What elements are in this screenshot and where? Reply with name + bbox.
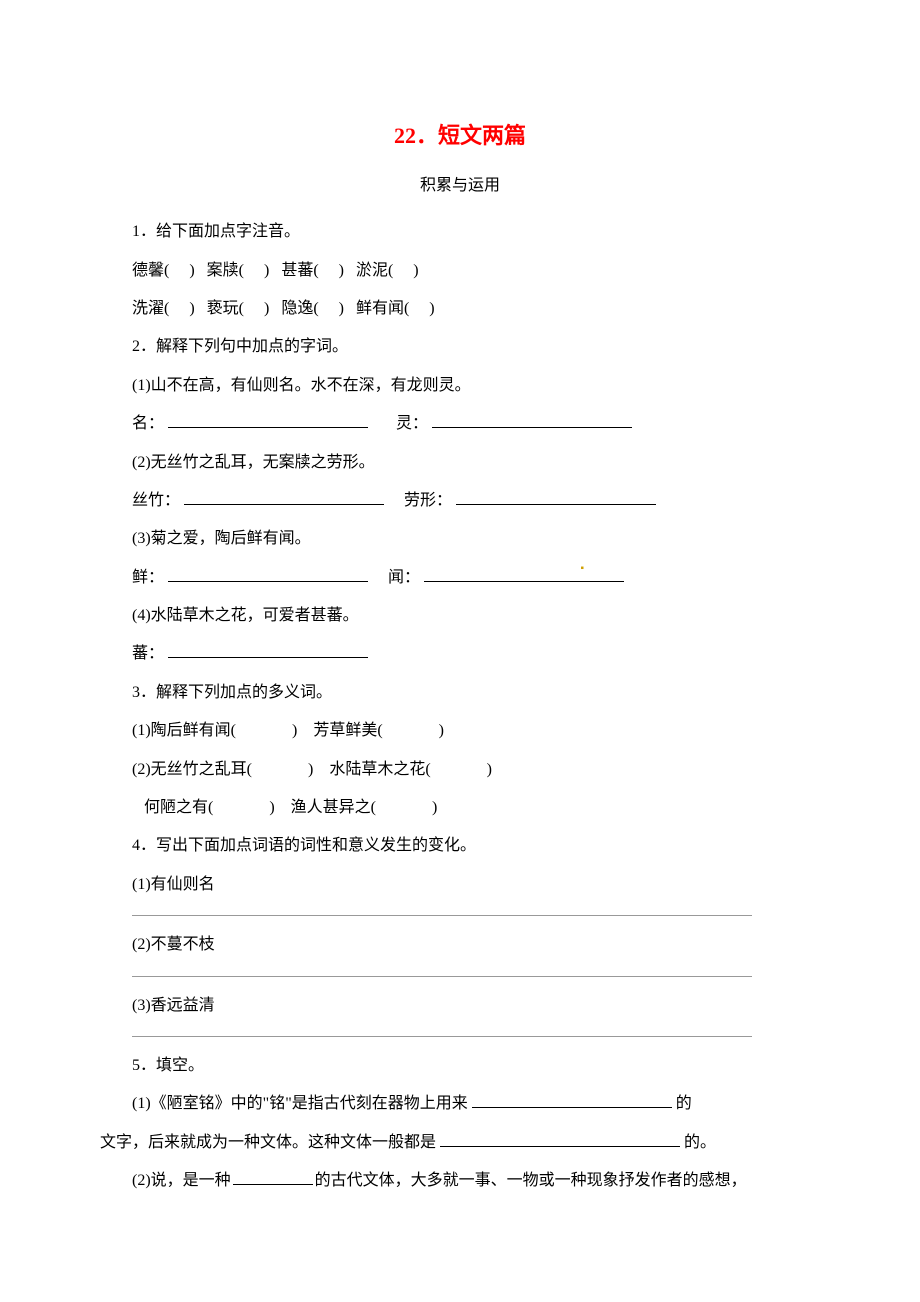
blank[interactable] — [432, 410, 632, 429]
q2-item4-answers: 蕃： — [100, 635, 820, 673]
document-title: 22．短文两篇 — [100, 110, 820, 163]
q2-label-fan: 蕃： — [132, 645, 164, 662]
q2-item1: (1)山不在高，有仙则名。水不在深，有龙则灵。 — [100, 367, 820, 405]
q4-item2: (2)不蔓不枝 — [100, 926, 820, 964]
q4-header: 4．写出下面加点词语的词性和意义发生的变化。 — [100, 827, 820, 865]
blank-line[interactable] — [132, 914, 752, 916]
q4-item1: (1)有仙则名 — [100, 866, 820, 904]
q4-item3: (3)香远益清 — [100, 987, 820, 1025]
blank[interactable] — [472, 1090, 672, 1109]
document-subtitle: 积累与运用 — [100, 167, 820, 205]
q2-item2: (2)无丝竹之乱耳，无案牍之劳形。 — [100, 444, 820, 482]
q3-item2: (2)无丝竹之乱耳( ) 水陆草木之花( ) — [100, 751, 820, 789]
q1-row1: 德馨( ) 案牍( ) 甚蕃( ) 淤泥( ) — [100, 252, 820, 290]
q2-item1-answers: 名： 灵： — [100, 405, 820, 443]
q5-i1c: 文字，后来就成为一种文体。这种文体一般都是 — [100, 1134, 436, 1151]
q1-header: 1．给下面加点字注音。 — [100, 213, 820, 251]
q3-item1: (1)陶后鲜有闻( ) 芳草鲜美( ) — [100, 712, 820, 750]
q2-label-ling: 灵： — [396, 415, 428, 432]
q3-item2b: 何陋之有( ) 渔人甚异之( ) — [100, 789, 820, 827]
q2-item3: (3)菊之爱，陶后鲜有闻。 — [100, 520, 820, 558]
blank[interactable]: ▪ — [424, 563, 624, 582]
q2-item3-answers: 鲜： 闻：▪ — [100, 559, 820, 597]
q5-item1-line1: (1)《陋室铭》中的"铭"是指古代刻在器物上用来 的 — [100, 1085, 820, 1123]
blank[interactable] — [440, 1128, 680, 1147]
q5-item2: (2)说，是一种 的古代文体，大多就一事、一物或一种现象抒发作者的感想， — [100, 1162, 820, 1200]
q2-label-xian: 鲜： — [132, 569, 164, 586]
q5-item1-line2: 文字，后来就成为一种文体。这种文体一般都是 的。 — [100, 1124, 820, 1162]
q2-label-laoxing: 劳形： — [404, 492, 452, 509]
q1-row2: 洗濯( ) 亵玩( ) 隐逸( ) 鲜有闻( ) — [100, 290, 820, 328]
q5-i2b: 的古代文体，大多就一事、一物或一种现象抒发作者的感想， — [315, 1172, 747, 1189]
blank[interactable] — [184, 486, 384, 505]
page-content: 22．短文两篇 积累与运用 1．给下面加点字注音。 德馨( ) 案牍( ) 甚蕃… — [0, 0, 920, 1261]
mark-icon: ▪ — [548, 557, 584, 581]
q5-header: 5．填空。 — [100, 1047, 820, 1085]
q2-label-sizhu: 丝竹： — [132, 492, 180, 509]
blank[interactable] — [168, 640, 368, 659]
q5-i1d: 的。 — [684, 1134, 716, 1151]
blank[interactable] — [168, 563, 368, 582]
blank[interactable] — [233, 1167, 313, 1186]
q2-label-ming: 名： — [132, 415, 164, 432]
q3-header: 3．解释下列加点的多义词。 — [100, 674, 820, 712]
blank[interactable] — [168, 410, 368, 429]
q5-i1a: (1)《陋室铭》中的"铭"是指古代刻在器物上用来 — [132, 1095, 468, 1112]
blank[interactable] — [456, 486, 656, 505]
q5-i2a: (2)说，是一种 — [132, 1172, 231, 1189]
q2-label-wen: 闻： — [388, 569, 420, 586]
blank-line[interactable] — [132, 975, 752, 977]
q2-item4: (4)水陆草木之花，可爱者甚蕃。 — [100, 597, 820, 635]
q2-header: 2．解释下列句中加点的字词。 — [100, 328, 820, 366]
blank-line[interactable] — [132, 1035, 752, 1037]
q2-item2-answers: 丝竹： 劳形： — [100, 482, 820, 520]
q5-i1b: 的 — [676, 1095, 692, 1112]
